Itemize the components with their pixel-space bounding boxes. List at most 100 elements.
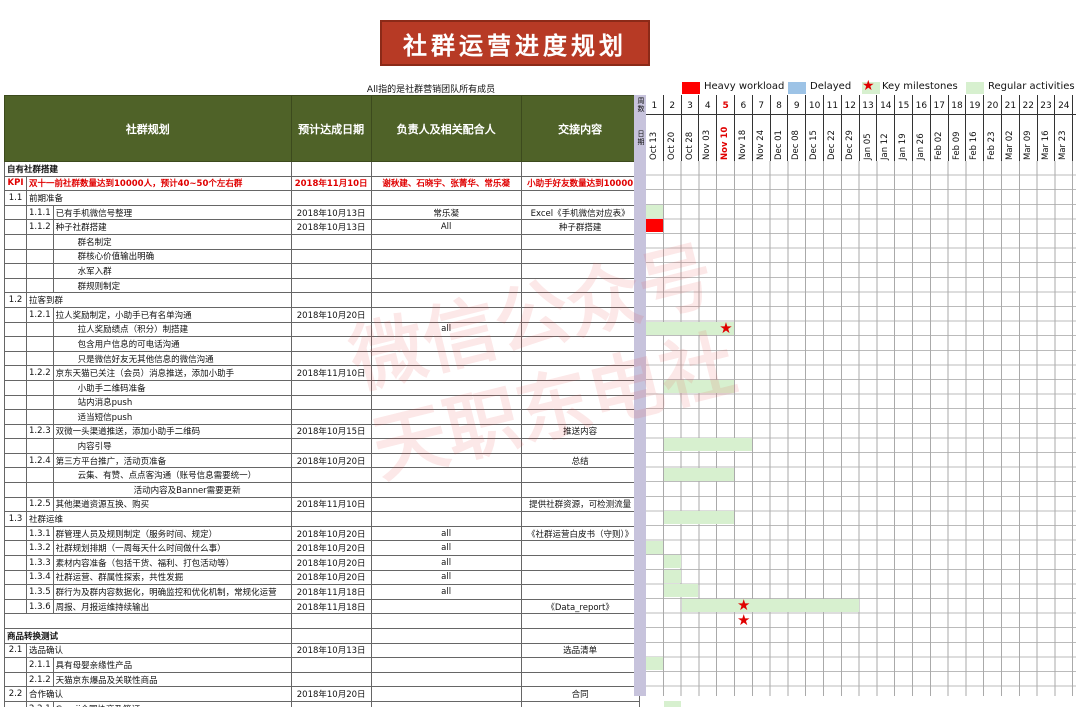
row-date: 2018年11月10日 (290, 365, 372, 381)
row-deliverable: Excel《手机微信对应表》 (520, 204, 640, 221)
gantt-bar-regular (663, 467, 734, 481)
milestone-star-icon: ★ (719, 318, 733, 337)
row-date (290, 613, 372, 629)
week-column-header: 7 Nov 24 (753, 95, 771, 161)
blank-cell (4, 613, 292, 629)
week-column-header: 12 Dec 29 (842, 95, 860, 161)
row-date: 2018年10月13日 (290, 219, 372, 235)
week-date: Oct 20 (666, 131, 677, 160)
table-row (4, 613, 640, 629)
row-id: 1.3.6 (26, 598, 54, 615)
row-date: 2018年11月18日 (290, 584, 372, 600)
legend-delayed-label: Delayed (810, 81, 852, 92)
table-row: 1.2.4 第三方平台推广，活动页准备 2018年10月20日 总结 (4, 452, 640, 469)
gantt-chart: 1 Oct 13 2 Oct 20 3 Oct 28 4 Nov 03 5 Nov 10 6 Nov … (646, 95, 1076, 707)
indent-cell (4, 365, 27, 381)
separator-column (634, 95, 646, 696)
note-text: All指的是社群营销团队所有成员 (366, 85, 496, 95)
row-date (290, 379, 372, 396)
row-date (290, 628, 372, 644)
week-date: Oct 28 (684, 131, 695, 160)
row-deliverable: 《社群运营白皮书（守则）》 (520, 525, 640, 542)
row-owner (370, 292, 522, 308)
row-deliverable: 种子群搭建 (520, 219, 640, 235)
star-icon: ★ (862, 78, 875, 94)
table-row: 2.2.1Gemii合同协商及签订 (4, 700, 640, 707)
row-deliverable (520, 409, 640, 425)
row-date (290, 321, 372, 338)
week-column-header: 14 Jan 12 (877, 95, 896, 161)
row-task: 种子社群搭建 (52, 219, 292, 235)
table-row: KPI 双十一前社群数量达到10000人，预计40~50个左右群 2018年11月1… (4, 175, 640, 192)
week-column-header: 9 Dec 08 (788, 95, 807, 161)
row-date: 2018年10月20日 (290, 525, 372, 542)
indent-cell (4, 306, 27, 323)
indent-cell (26, 394, 54, 411)
row-deliverable: 总结 (520, 452, 640, 469)
table-row: 水军入群 (4, 263, 640, 279)
row-task: 双微一头渠道推送，添加小助手二维码 (52, 423, 292, 440)
row-deliverable (520, 233, 640, 250)
table-row: 1.2.1 拉人奖励制定，小助手已有名单沟通 2018年10月20日 (4, 306, 640, 323)
row-id: 1.3.4 (26, 569, 54, 586)
row-id: 2.1.2 (26, 671, 54, 688)
row-id: 1.1.1 (26, 204, 54, 221)
row-owner (370, 233, 522, 250)
indent-cell (4, 350, 27, 367)
row-deliverable (520, 306, 640, 323)
row-deliverable (520, 584, 640, 600)
row-deliverable: 提供社群资源，可检测流量 (520, 496, 640, 513)
indent-cell (26, 263, 54, 279)
week-date: Jan 19 (898, 133, 909, 160)
row-deliverable: 选品清单 (520, 642, 640, 659)
week-date: Nov 03 (702, 129, 713, 160)
row-deliverable: 小助手好友数量达到10000 (520, 175, 640, 192)
row-task: 双十一前社群数量达到10000人，预计40~50个左右群 (26, 175, 292, 192)
row-task: 周报、月报运维持续输出 (52, 598, 292, 615)
week-column-header: 10 Dec 15 (806, 95, 824, 161)
week-column-header: 23 Mar 16 (1038, 95, 1056, 161)
table-header-row: 社群规划 预计达成日期 负责人及相关配合人 交接内容 (4, 95, 640, 162)
week-column-header: 4 Nov 03 (699, 95, 718, 161)
week-date: Feb 09 (951, 131, 962, 160)
row-date: 2018年10月20日 (290, 540, 372, 557)
week-number-label: 周数 (637, 97, 645, 113)
indent-cell (4, 204, 27, 221)
row-date (290, 482, 372, 498)
row-task: 社群运维 (26, 511, 292, 527)
row-date (290, 233, 372, 250)
row-task: 群管理人员及规则制定（服务时间、规定） (52, 525, 292, 542)
row-id: 1.3.3 (26, 555, 54, 571)
table-row: 1.3.4 社群运营、群属性探索，共性发掘 2018年10月20日 all (4, 569, 640, 586)
indent-cell (4, 263, 27, 279)
row-owner: all (370, 540, 522, 557)
legend-delayed-swatch (788, 82, 806, 94)
indent-cell (4, 248, 27, 265)
table-row: 2.2 合作确认 2018年10月20日 合同 (4, 686, 640, 702)
week-date: Mar 09 (1022, 130, 1033, 160)
row-subtask: 群核心价值输出明确 (52, 248, 292, 265)
indent-cell (4, 569, 27, 586)
table-row: 1.2.3 双微一头渠道推送，添加小助手二维码 2018年10月15日 推送内容 (4, 423, 640, 440)
week-column-header: 3 Oct 28 (682, 95, 700, 161)
row-subtask: 只是微信好友无其他信息的微信沟通 (52, 350, 292, 367)
indent-cell (4, 540, 27, 557)
table-row: 2.1.2 天猫京东爆品及关联性商品 (4, 671, 640, 688)
row-date (290, 277, 372, 294)
week-date: Oct 13 (649, 131, 659, 160)
indent-cell (26, 409, 54, 425)
indent-cell (4, 336, 27, 352)
row-id: 1.3.2 (26, 540, 54, 557)
table-row: 拉人奖励绩点（积分）制搭建 all (4, 321, 640, 338)
row-date: 2018年10月13日 (290, 204, 372, 221)
row-id: 1.2.5 (26, 496, 54, 513)
week-date: Jan 05 (862, 133, 873, 160)
legend-regular-label: Regular activities (988, 81, 1075, 92)
gantt-bar-regular (663, 438, 752, 452)
row-subtask: 站内消息push (52, 394, 292, 411)
indent-cell (4, 496, 27, 513)
row-date: 2018年10月20日 (290, 569, 372, 586)
row-deliverable (520, 569, 640, 586)
indent-cell (4, 219, 27, 235)
row-task: 社群规划排期（一周每天什么时间做什么事） (52, 540, 292, 557)
